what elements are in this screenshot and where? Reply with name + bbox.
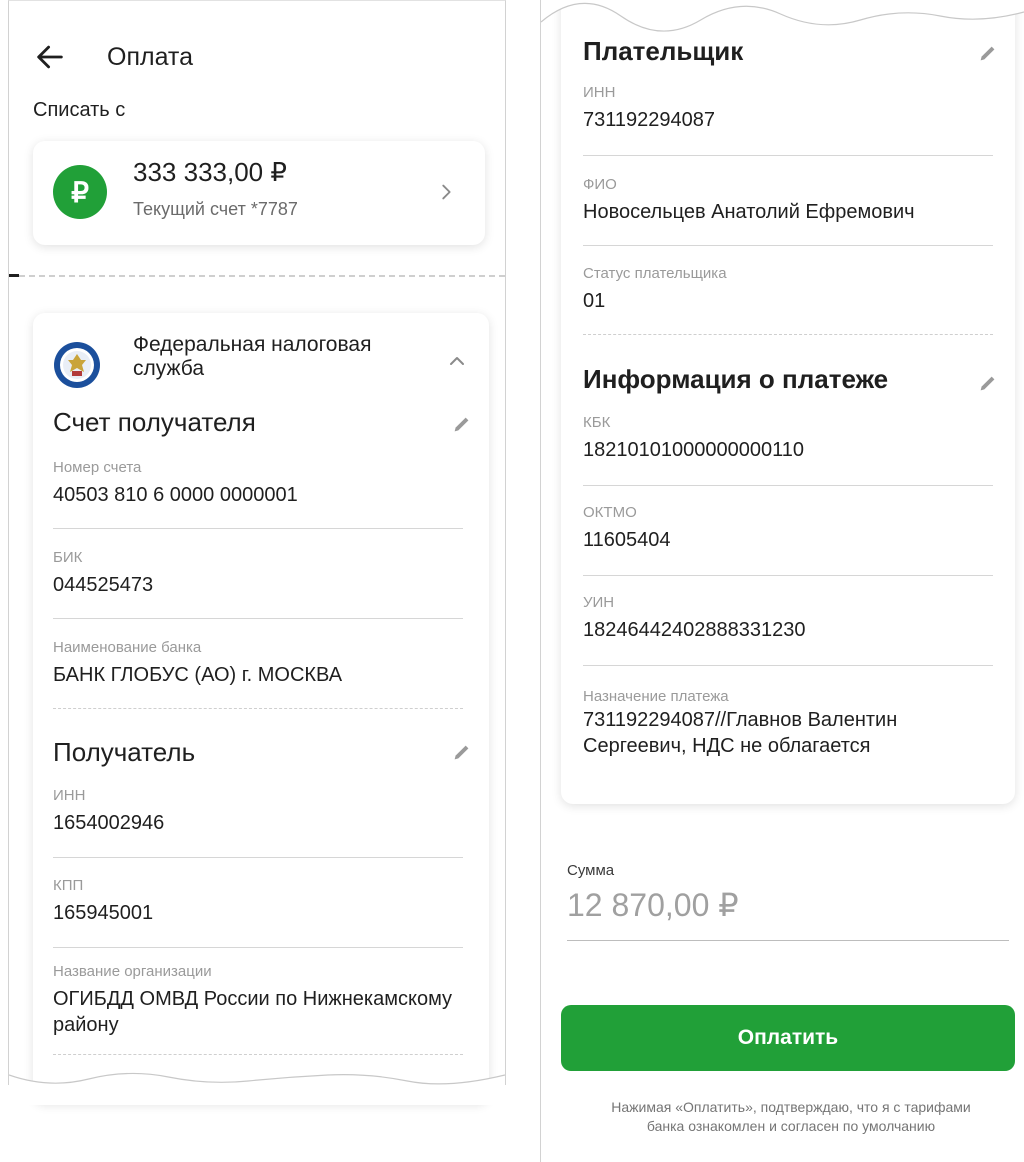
field-underline [583, 155, 993, 156]
pay-button[interactable]: Оплатить [561, 1005, 1015, 1071]
field-value: ОГИБДД ОМВД России по Нижнекамскому райо… [53, 988, 453, 1036]
terms-disclaimer: Нажимая «Оплатить», подтверждаю, что я с… [611, 1099, 971, 1134]
edit-icon[interactable] [451, 413, 473, 435]
field-value: Новосельцев Анатолий Ефремович [583, 201, 915, 223]
right-screen: Плательщик ИНН 731192294087 ФИО Новосель… [540, 0, 1024, 1162]
field-payment-purpose: Назначение платежа 731192294087//Главнов… [583, 688, 993, 759]
field-underline [583, 485, 993, 486]
field-label: ФИО [583, 176, 617, 193]
field-underline [583, 245, 993, 246]
field-label: ИНН [53, 787, 86, 804]
chevron-right-icon [442, 184, 451, 200]
field-label: БИК [53, 549, 83, 566]
field-payer-status: Статус плательщика 01 [583, 265, 727, 314]
torn-edge [541, 0, 1024, 32]
account-balance: 333 333,00 ₽ [133, 157, 287, 187]
amount-input[interactable]: 12 870,00 ₽ [567, 886, 739, 924]
field-label: Название организации [53, 963, 212, 980]
field-payer-inn: ИНН 731192294087 [583, 84, 715, 133]
field-label: ИНН [583, 84, 616, 101]
edit-icon[interactable] [451, 741, 473, 763]
field-label: Назначение платежа [583, 688, 729, 705]
payer-heading: Плательщик [583, 36, 744, 66]
field-underline [583, 575, 993, 576]
field-value: 18246442402888331230 [583, 619, 806, 641]
amount-label: Сумма [567, 862, 615, 879]
field-value: 165945001 [53, 902, 154, 924]
torn-edge [9, 1072, 505, 1105]
debit-account-card[interactable]: ₽ 333 333,00 ₽ Текущий счет *7787 [33, 141, 485, 245]
recipient-heading: Получатель [53, 737, 196, 767]
field-label: Наименование банка [53, 639, 202, 656]
payer-card: Плательщик ИНН 731192294087 ФИО Новосель… [561, 0, 1015, 804]
fns-emblem-icon [54, 342, 100, 388]
field-account-number: Номер счета 40503 810 6 0000 0000001 [53, 459, 298, 508]
field-value: 11605404 [583, 529, 671, 551]
field-value: 40503 810 6 0000 0000001 [53, 484, 298, 506]
field-underline [53, 618, 463, 619]
recipient-org-name: Федеральная налоговая служба [133, 333, 372, 380]
field-kpp: КПП 165945001 [53, 877, 153, 926]
field-value: БАНК ГЛОБУС (АО) г. МОСКВА [53, 664, 343, 686]
field-value: 044525473 [53, 574, 154, 596]
section-divider [9, 275, 505, 277]
debit-from-label: Списать с [33, 99, 126, 121]
edit-icon[interactable] [977, 42, 999, 64]
field-bik: БИК 044525473 [53, 549, 153, 598]
amount-underline [567, 940, 1009, 941]
field-label: Статус плательщика [583, 265, 727, 282]
field-inn: ИНН 1654002946 [53, 787, 164, 836]
field-bank-name: Наименование банка БАНК ГЛОБУС (АО) г. М… [53, 639, 342, 688]
recipient-card: Федеральная налоговая служба Счет получа… [33, 313, 489, 1103]
field-value: 731192294087 [583, 109, 715, 131]
field-label: ОКТМО [583, 504, 637, 521]
account-name: Текущий счет *7787 [133, 199, 298, 219]
field-underline [53, 857, 463, 858]
page-title: Оплата [107, 42, 193, 71]
field-kbk: КБК 18210101000000000110 [583, 414, 804, 463]
field-label: УИН [583, 594, 615, 611]
edit-icon[interactable] [977, 372, 999, 394]
field-label: КБК [583, 414, 611, 431]
section-divider [583, 334, 993, 335]
field-value: 01 [583, 290, 606, 312]
field-oktmo: ОКТМО 11605404 [583, 504, 671, 553]
section-divider [53, 1054, 463, 1055]
ruble-icon: ₽ [53, 165, 107, 219]
left-screen: Оплата Списать с ₽ 333 333,00 ₽ Текущий … [8, 0, 506, 1105]
section-divider [53, 708, 463, 709]
field-uin: УИН 18246442402888331230 [583, 594, 805, 643]
chevron-up-icon[interactable] [445, 349, 469, 373]
field-org-name: Название организации ОГИБДД ОМВД России … [53, 963, 453, 1038]
field-underline [53, 947, 463, 948]
payment-info-heading: Информация о платеже [583, 364, 889, 394]
top-bar: Оплата [33, 37, 193, 77]
field-payer-fio: ФИО Новосельцев Анатолий Ефремович [583, 176, 915, 225]
field-underline [53, 528, 463, 529]
back-arrow-icon[interactable] [33, 40, 67, 74]
field-label: Номер счета [53, 459, 142, 476]
field-value: 1654002946 [53, 812, 165, 834]
recipient-account-heading: Счет получателя [53, 407, 256, 437]
field-underline [583, 665, 993, 666]
field-value: 731192294087//Главнов Валентин Сергеевич… [583, 709, 898, 757]
field-value: 18210101000000000110 [583, 439, 804, 461]
field-label: КПП [53, 877, 84, 894]
divider-marker [9, 274, 19, 277]
